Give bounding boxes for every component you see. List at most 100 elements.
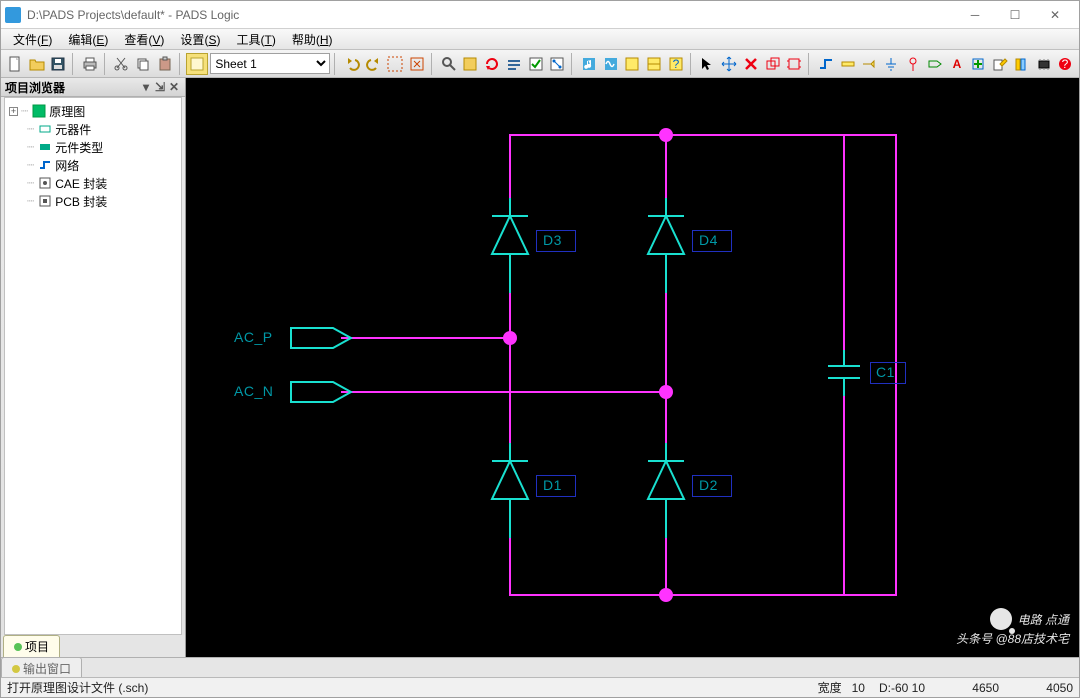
edit-part-icon[interactable] [990,53,1010,75]
sheet-view-icon[interactable] [461,53,481,75]
menu-view[interactable]: 查看(V) [116,29,172,50]
close-button[interactable]: ✕ [1035,3,1075,27]
project-browser-panel: 项目浏览器 ▾ ⇲ ✕ + ┈ 原理图 ┈元器件 ┈元件类型 ┈网络 ┈CAE … [1,78,186,657]
panel-close-icon[interactable]: ✕ [167,80,181,94]
cursor-icon[interactable] [698,53,718,75]
panel-menu-icon[interactable]: ▾ [139,80,153,94]
comp-icon[interactable] [785,53,805,75]
delete-icon[interactable] [741,53,761,75]
schematic-canvas[interactable]: D3 D4 D1 D2 C1 AC_P AC_N 电路 点通 头条号 @88店技… [186,78,1079,657]
label-acp: AC_P [234,329,273,345]
title-bar: D:\PADS Projects\default* - PADS Logic ─… [1,1,1079,28]
panel-title: 项目浏览器 [5,79,65,96]
sheet-icon [186,53,208,75]
schematic-icon [32,104,46,118]
main-area: 项目浏览器 ▾ ⇲ ✕ + ┈ 原理图 ┈元器件 ┈元件类型 ┈网络 ┈CAE … [1,78,1079,657]
copy-comp-icon[interactable] [763,53,783,75]
status-d: D:-60 10 [879,681,925,695]
menu-tools[interactable]: 工具(T) [228,29,283,50]
label-d4: D4 [699,232,718,248]
move-icon[interactable] [719,53,739,75]
output-panel-tabs: 输出窗口 [1,657,1079,677]
zoom-extents-icon[interactable] [407,53,427,75]
package-icon[interactable] [1034,53,1054,75]
status-x: 4650 [939,681,999,695]
project-tree[interactable]: + ┈ 原理图 ┈元器件 ┈元件类型 ┈网络 ┈CAE 封装 ┈PCB 封装 [4,97,182,635]
wechat-icon [990,608,1012,630]
project-browser-header: 项目浏览器 ▾ ⇲ ✕ [1,78,185,97]
text-icon[interactable]: A [947,53,967,75]
sheet-selector[interactable]: Sheet 1 [186,53,330,75]
bus-icon[interactable] [838,53,858,75]
music-icon[interactable] [579,53,599,75]
status-message: 打开原理图设计文件 (.sch) [7,679,148,696]
tree-root[interactable]: + ┈ 原理图 [7,102,179,120]
cae-icon [38,176,52,190]
toolbar: Sheet 1 ? A ? [1,50,1079,78]
wire-icon[interactable] [816,53,836,75]
schematic-drawing [186,78,1079,657]
tree-item-components[interactable]: ┈元器件 [7,120,179,138]
label-c1: C1 [876,364,895,380]
app-icon [5,7,21,23]
tree-item-nets[interactable]: ┈网络 [7,156,179,174]
properties-icon[interactable] [504,53,524,75]
minimize-button[interactable]: ─ [955,3,995,27]
watermark: 电路 点通 头条号 @88店技术宅 [956,608,1069,647]
maximize-button[interactable]: ☐ [995,3,1035,27]
lib-icon[interactable] [1012,53,1032,75]
redo-icon[interactable] [364,53,384,75]
menu-setup[interactable]: 设置(S) [172,29,228,50]
pcb-icon [38,194,52,208]
save-icon[interactable] [49,53,69,75]
netname-icon[interactable] [860,53,880,75]
question-icon[interactable]: ? [1055,53,1075,75]
menu-help[interactable]: 帮助(H) [284,29,341,50]
status-width: 宽度 10 [818,679,865,696]
status-y: 4050 [1013,681,1073,695]
panel-pin-icon[interactable]: ⇲ [153,80,167,94]
sidebar-tabs: 项目 [1,635,185,657]
copy-icon[interactable] [133,53,153,75]
block-icon[interactable] [623,53,643,75]
open-icon[interactable] [27,53,47,75]
help-icon[interactable]: ? [666,53,686,75]
window-title: D:\PADS Projects\default* - PADS Logic [27,8,955,22]
expand-icon[interactable]: + [9,107,18,116]
gnd-icon[interactable] [881,53,901,75]
zoom-window-icon[interactable] [386,53,406,75]
tree-item-cae[interactable]: ┈CAE 封装 [7,174,179,192]
menu-edit[interactable]: 编辑(E) [60,29,116,50]
add-part-icon[interactable] [968,53,988,75]
svg-text:?: ? [673,57,680,71]
parttype-icon [38,140,52,154]
paste-icon[interactable] [155,53,175,75]
undo-icon[interactable] [342,53,362,75]
output-tab[interactable]: 输出窗口 [1,657,82,679]
drc-icon[interactable] [526,53,546,75]
search-icon[interactable] [439,53,459,75]
menu-bar: 文件(F) 编辑(E) 查看(V) 设置(S) 工具(T) 帮助(H) [1,28,1079,50]
sidebar-tab-project[interactable]: 项目 [3,635,60,657]
cut-icon[interactable] [111,53,131,75]
status-bar: 打开原理图设计文件 (.sch) 宽度 10 D:-60 10 4650 405… [1,677,1079,697]
power-icon[interactable] [903,53,923,75]
print-icon[interactable] [80,53,100,75]
label-d1: D1 [543,477,562,493]
netlist-icon[interactable] [548,53,568,75]
net-icon [38,158,52,172]
label-d3: D3 [543,232,562,248]
refresh-icon[interactable] [482,53,502,75]
comp-icon [38,122,52,136]
label-d2: D2 [699,477,718,493]
sheet-select[interactable]: Sheet 1 [210,53,330,74]
tree-item-parttypes[interactable]: ┈元件类型 [7,138,179,156]
menu-file[interactable]: 文件(F) [5,29,60,50]
new-icon[interactable] [5,53,25,75]
label-acn: AC_N [234,383,273,399]
tree-item-pcb[interactable]: ┈PCB 封装 [7,192,179,210]
svg-text:?: ? [1062,57,1069,71]
port-icon[interactable] [925,53,945,75]
layers-icon[interactable] [644,53,664,75]
wave-icon[interactable] [601,53,621,75]
